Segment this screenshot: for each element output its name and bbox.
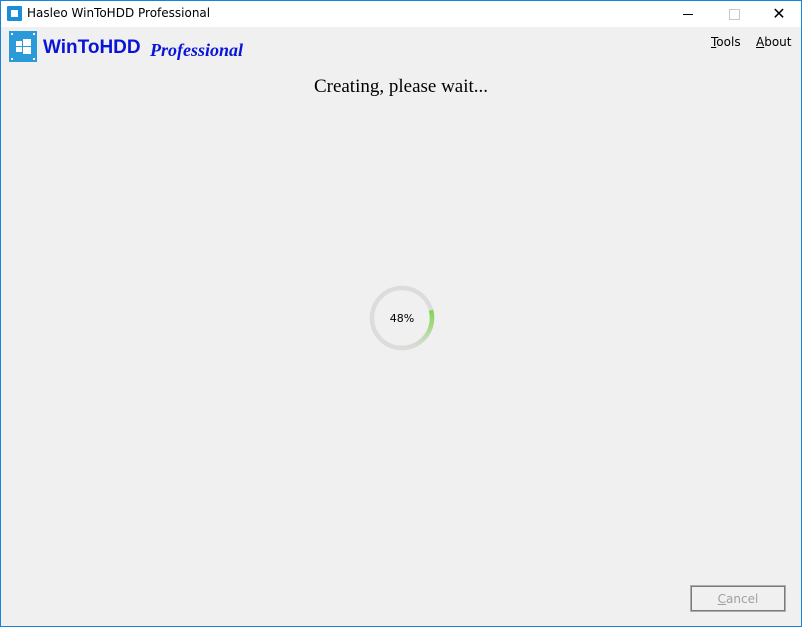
close-button[interactable]: ✕ [756, 1, 802, 27]
menu-about[interactable]: About [756, 35, 792, 49]
window-title: Hasleo WinToHDD Professional [27, 6, 211, 20]
title-bar[interactable]: Hasleo WinToHDD Professional ✕ [1, 1, 801, 27]
maximize-icon [728, 8, 740, 20]
status-message: Creating, please wait... [313, 76, 489, 97]
windows-logo-icon [9, 31, 37, 62]
app-window: Hasleo WinToHDD Professional ✕ WinToHDD … [0, 0, 802, 627]
app-edition: Professional [150, 40, 244, 60]
close-icon: ✕ [772, 4, 786, 23]
progress-percent: 48% [389, 311, 415, 325]
app-name: WinToHDD [43, 37, 141, 58]
maximize-button[interactable] [711, 1, 757, 27]
menu-tools[interactable]: Tools [711, 35, 741, 49]
app-icon [7, 6, 22, 21]
cancel-button[interactable]: Cancel [690, 585, 786, 612]
minimize-button[interactable] [665, 1, 711, 27]
minimize-icon [683, 13, 693, 15]
